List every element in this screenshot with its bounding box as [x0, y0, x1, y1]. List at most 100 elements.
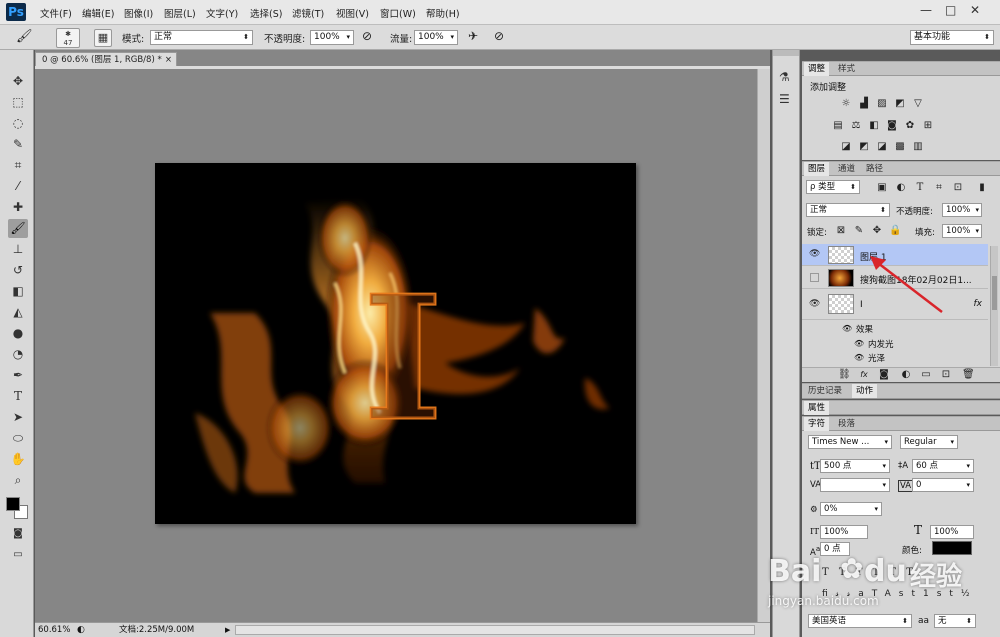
- tab-layers[interactable]: 图层: [804, 162, 830, 176]
- menu-type[interactable]: 文字(Y): [206, 6, 238, 20]
- brush-settings-panel-icon[interactable]: ☰: [779, 92, 790, 106]
- gradient-map-icon[interactable]: ▩: [894, 142, 906, 152]
- pressure-opacity-icon[interactable]: ⊘: [362, 29, 372, 43]
- filter-toggle-icon[interactable]: ▮: [976, 183, 988, 193]
- move-tool-icon[interactable]: ✥: [8, 72, 28, 91]
- color-lookup-icon[interactable]: ⊞: [922, 121, 934, 131]
- lock-transparency-icon[interactable]: ⊠: [835, 226, 847, 236]
- blur-tool-icon[interactable]: ●: [8, 324, 28, 343]
- dodge-tool-icon[interactable]: ◔: [8, 345, 28, 364]
- vertical-scale-input[interactable]: 100%: [820, 525, 868, 539]
- filter-type-icon[interactable]: T: [914, 183, 926, 193]
- curves-icon[interactable]: ▨: [876, 99, 888, 109]
- crop-tool-icon[interactable]: ⌗: [8, 156, 28, 175]
- menu-file[interactable]: 文件(F): [40, 6, 72, 20]
- menu-edit[interactable]: 编辑(E): [82, 6, 114, 20]
- blend-mode-select[interactable]: 正常 ⬍: [806, 203, 890, 217]
- brush-preset-picker[interactable]: ✱ 47: [56, 28, 80, 48]
- visibility-empty-box[interactable]: [810, 273, 819, 282]
- lock-image-icon[interactable]: ✎: [853, 226, 865, 236]
- layers-scrollbar-thumb[interactable]: [992, 276, 997, 310]
- menu-view[interactable]: 视图(V): [336, 6, 369, 20]
- effect-eye-icon[interactable]: 👁: [854, 353, 864, 362]
- language-select[interactable]: 美国英语 ⬍: [808, 614, 912, 628]
- selective-color-icon[interactable]: ▥: [912, 142, 924, 152]
- new-layer-icon[interactable]: ⊡: [940, 370, 952, 380]
- brush-tool-icon[interactable]: 🖌: [8, 219, 28, 238]
- tab-styles[interactable]: 样式: [834, 62, 859, 76]
- tab-history[interactable]: 历史记录: [804, 384, 846, 398]
- tab-adjustments[interactable]: 调整: [804, 62, 830, 76]
- tab-properties[interactable]: 属性: [804, 401, 830, 415]
- zoom-level[interactable]: 60.61%: [38, 623, 70, 637]
- menu-filter[interactable]: 滤镜(T): [292, 6, 324, 20]
- status-info-icon[interactable]: ◐: [77, 623, 85, 637]
- effect-eye-icon[interactable]: 👁: [854, 339, 864, 348]
- vibrance-icon[interactable]: ▽: [912, 99, 924, 109]
- menu-layer[interactable]: 图层(L): [164, 6, 196, 20]
- filter-adjustment-icon[interactable]: ◐: [895, 183, 907, 193]
- effects-eye-icon[interactable]: 👁: [842, 324, 852, 333]
- visibility-eye-icon[interactable]: 👁: [809, 249, 820, 259]
- paint-bucket-tool-icon[interactable]: ◭: [8, 303, 28, 322]
- screen-mode-icon[interactable]: ▭: [8, 545, 28, 564]
- levels-icon[interactable]: ▟: [858, 99, 870, 109]
- exposure-icon[interactable]: ◩: [894, 99, 906, 109]
- tab-actions[interactable]: 动作: [852, 384, 878, 398]
- visibility-eye-icon[interactable]: 👁: [809, 299, 820, 309]
- font-size-input[interactable]: 500 点 ▾: [820, 459, 890, 473]
- mode-select[interactable]: 正常 ⬍: [150, 30, 253, 45]
- filter-pixel-icon[interactable]: ▣: [876, 183, 888, 193]
- history-panel-icon[interactable]: ⚗: [779, 70, 790, 84]
- hand-tool-icon[interactable]: ✋: [8, 450, 28, 469]
- kerning-input[interactable]: ▾: [820, 478, 890, 492]
- add-mask-icon[interactable]: ◙: [878, 370, 890, 380]
- add-style-icon[interactable]: fx: [858, 370, 870, 380]
- quick-select-tool-icon[interactable]: ✎: [8, 135, 28, 154]
- workspace-select[interactable]: 基本功能 ⬍: [910, 30, 994, 45]
- zoom-tool-icon[interactable]: ⌕: [8, 471, 28, 490]
- hue-saturation-icon[interactable]: ▤: [832, 121, 844, 131]
- tab-channels[interactable]: 通道: [834, 162, 859, 176]
- minimize-button[interactable]: —: [920, 3, 932, 17]
- tab-paragraph[interactable]: 段落: [834, 417, 859, 431]
- flow-input[interactable]: 100% ▾: [414, 30, 458, 45]
- clone-stamp-tool-icon[interactable]: ⊥: [8, 240, 28, 259]
- horizontal-scale-input[interactable]: 100%: [930, 525, 974, 539]
- filter-shape-icon[interactable]: ⌗: [933, 183, 945, 193]
- link-layers-icon[interactable]: ⛓: [838, 370, 851, 380]
- menu-window[interactable]: 窗口(W): [380, 6, 416, 20]
- lasso-tool-icon[interactable]: ◌: [8, 114, 28, 133]
- pen-tool-icon[interactable]: ✒: [8, 366, 28, 385]
- menu-image[interactable]: 图像(I): [124, 6, 153, 20]
- fill-input[interactable]: 100% ▾: [942, 224, 982, 238]
- pressure-size-icon[interactable]: ⊘: [494, 29, 504, 43]
- font-style-select[interactable]: Regular ▾: [900, 435, 958, 449]
- tab-paths[interactable]: 路径: [862, 162, 887, 176]
- antialias-select[interactable]: 无 ⬍: [934, 614, 976, 628]
- path-select-tool-icon[interactable]: ➤: [8, 408, 28, 427]
- shape-tool-icon[interactable]: ⬭: [8, 429, 28, 448]
- status-menu-arrow-icon[interactable]: ▶: [225, 623, 230, 637]
- dock-header[interactable]: [773, 50, 799, 56]
- invert-icon[interactable]: ◪: [840, 142, 852, 152]
- quick-mask-icon[interactable]: ◙: [8, 524, 28, 543]
- maximize-button[interactable]: □: [945, 3, 956, 17]
- type-tool-icon[interactable]: T: [8, 387, 28, 406]
- horizontal-scrollbar[interactable]: [235, 625, 755, 635]
- healing-brush-tool-icon[interactable]: ✚: [8, 198, 28, 217]
- menu-select[interactable]: 选择(S): [250, 6, 282, 20]
- tab-character[interactable]: 字符: [804, 417, 830, 431]
- layers-scrollbar[interactable]: [990, 246, 998, 366]
- leading-input[interactable]: 60 点 ▾: [912, 459, 974, 473]
- brush-panel-toggle-icon[interactable]: ▦: [94, 29, 112, 47]
- filter-smart-object-icon[interactable]: ⊡: [952, 183, 964, 193]
- eraser-tool-icon[interactable]: ◧: [8, 282, 28, 301]
- airbrush-icon[interactable]: ✈: [468, 29, 478, 43]
- lock-all-icon[interactable]: 🔒: [889, 226, 901, 236]
- history-brush-tool-icon[interactable]: ↺: [8, 261, 28, 280]
- photo-filter-icon[interactable]: ◙: [886, 121, 898, 131]
- tracking-input[interactable]: 0 ▾: [912, 478, 974, 492]
- font-family-select[interactable]: Times New ... ▾: [808, 435, 892, 449]
- black-white-icon[interactable]: ◧: [868, 121, 880, 131]
